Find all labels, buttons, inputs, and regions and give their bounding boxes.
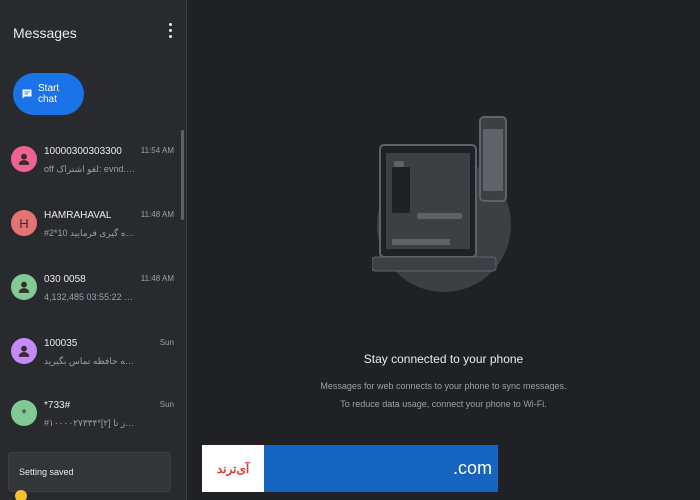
conversation-snippet: 4,132,485 مانده 03:55:22... xyxy=(44,292,136,302)
avatar xyxy=(11,146,37,172)
app-title: Messages xyxy=(13,25,77,41)
chat-icon xyxy=(22,89,32,99)
avatar: H xyxy=(11,210,37,236)
main-panel: Stay connected to your phone Messages fo… xyxy=(187,0,700,500)
avatar: * xyxy=(11,400,37,426)
empty-state-title: Stay connected to your phone xyxy=(363,352,524,366)
conversation-item[interactable]: 10000300303300 off لغو اشتراک: evnd.co/R… xyxy=(0,146,180,206)
conversation-item[interactable]: 030 0058 4,132,485 مانده 03:55:22... 11:… xyxy=(0,274,180,334)
laptop-phone-icon xyxy=(372,116,507,272)
start-chat-label: Start chat xyxy=(38,83,60,105)
person-icon xyxy=(18,345,30,357)
sidebar-scrollbar[interactable] xyxy=(181,130,184,220)
dot-icon xyxy=(168,22,172,26)
empty-state-line-1: Messages for web connects to your phone … xyxy=(320,381,567,391)
dot-icon xyxy=(168,34,172,38)
watermark-domain-text: .com xyxy=(452,458,492,478)
person-icon xyxy=(18,281,30,293)
conversation-time: 11:48 AM xyxy=(140,210,174,219)
conversation-time: 11:48 AM xyxy=(140,274,174,283)
watermark-brand-text: آی‌ترند xyxy=(202,445,264,492)
site-watermark: آی‌ترند .com xyxy=(202,445,498,492)
dot-icon xyxy=(168,28,172,32)
person-icon xyxy=(18,153,30,165)
partial-avatar xyxy=(15,490,27,500)
conversation-time: Sun xyxy=(159,400,174,409)
conversation-snippet: #2*10 را شماره گیری فرمایید... xyxy=(44,228,136,238)
conversation-time: 11:54 AM xyxy=(140,146,174,155)
conversation-name: 10000300303300 xyxy=(44,146,122,157)
conversation-item[interactable]: H HAMRAHAVAL #2*10 را شماره گیری فرمایید… xyxy=(0,210,180,270)
conversation-item[interactable]: * *733# #۱۰۰۰۰۲۷۳۳۴*[۲] ساعت بیگیار تا..… xyxy=(0,400,180,460)
snackbar-text: Setting saved xyxy=(19,467,74,477)
conversation-snippet: #۱۰۰۰۰۲۷۳۳۴*[۲] ساعت بیگیار تا... xyxy=(44,418,136,428)
start-chat-button[interactable]: Start chat xyxy=(13,73,84,115)
more-options-button[interactable] xyxy=(162,20,178,40)
conversation-name: 030 0058 xyxy=(44,274,86,285)
conversation-item[interactable]: 100035 با سلامت ضمیمه حافظه تماس بگیرید.… xyxy=(0,338,180,398)
avatar xyxy=(11,338,37,364)
empty-state-line-2: To reduce data usage, connect your phone… xyxy=(340,399,547,409)
conversation-name: *733# xyxy=(44,400,71,411)
conversation-snippet: با سلامت ضمیمه حافظه تماس بگیرید... xyxy=(44,356,136,366)
avatar xyxy=(11,274,37,300)
conversation-name: 100035 xyxy=(44,338,78,349)
snackbar: Setting saved xyxy=(8,452,171,492)
sidebar: Messages Start chat 10000300303300 off ل… xyxy=(0,0,187,500)
conversation-time: Sun xyxy=(159,338,174,347)
avatar-letter: * xyxy=(21,405,27,421)
conversation-name: HAMRAHAVAL xyxy=(44,210,112,221)
avatar-letter: H xyxy=(19,215,29,231)
conversation-snippet: off لغو اشتراک: evnd.co/Rj... xyxy=(44,164,136,174)
watermark-domain: .com xyxy=(264,445,498,492)
